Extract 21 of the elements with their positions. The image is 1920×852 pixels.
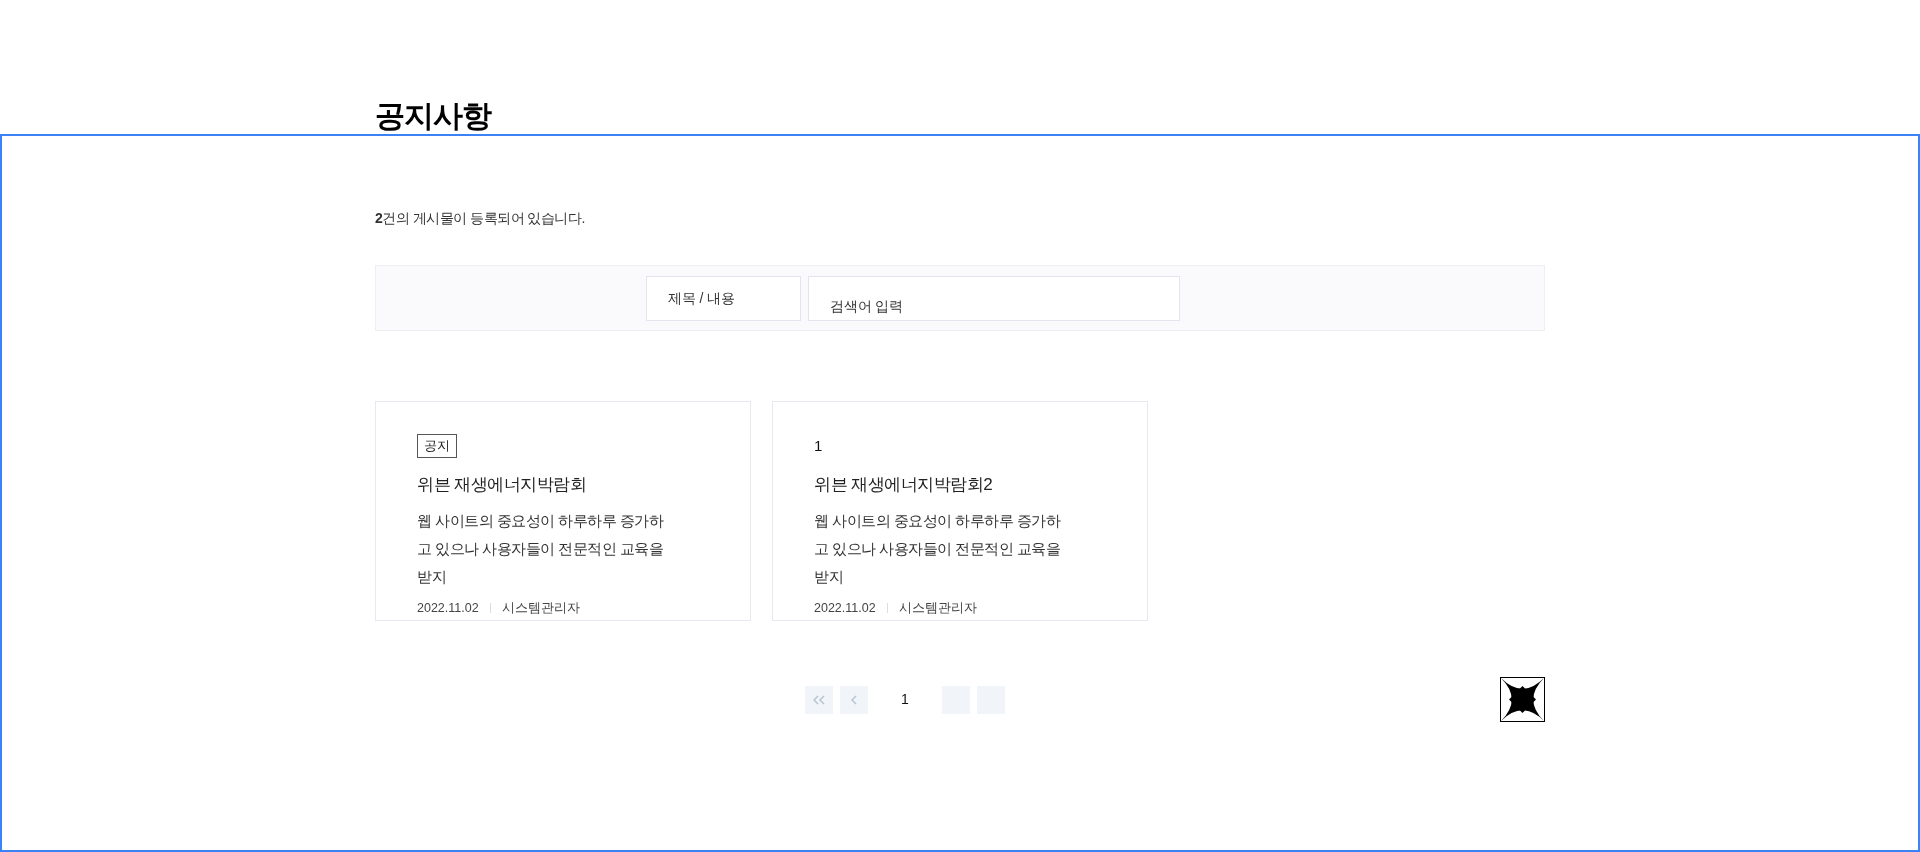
search-input[interactable]: 검색어 입력 (807, 275, 1180, 321)
post-title: 위븐 재생에너지박람회 (417, 474, 587, 496)
post-count-text: 2건의 게시물이 등록되어 있습니다. (375, 209, 585, 228)
post-summary: 웹 사이트의 중요성이 하루하루 증가하고 있으나 사용자들이 전문적인 교육을 받지 (814, 511, 1062, 587)
category-select[interactable]: 제목 / 내용 (645, 275, 801, 321)
post-date: 2022.11.02 (814, 599, 876, 617)
post-card[interactable]: 1 위븐 재생에너지박람회2 웹 사이트의 중요성이 하루하루 증가하고 있으나 사용자들이 전문적인 교육을 받지 2022.11.02 시스템관리자 (772, 401, 1148, 621)
post-date: 2022.11.02 (417, 599, 479, 617)
post-title: 위븐 재생에너지박람회2 (814, 474, 993, 496)
post-author: 시스템관리자 (898, 599, 977, 617)
page-title: 공지사항 (375, 101, 491, 131)
page-button[interactable]: 1 (875, 685, 935, 714)
first-page-button[interactable] (805, 685, 833, 714)
notice-badge: 공지 (417, 434, 457, 458)
post-author: 시스템관리자 (501, 599, 580, 617)
post-card[interactable]: 공지 위븐 재생에너지박람회 웹 사이트의 중요성이 하루하루 증가하고 있으나 사용자들이 전문적인 교육을 받지 2022.11.02 시스템관리자 (375, 401, 751, 621)
post-number: 1 (814, 435, 823, 456)
chevron-left-icon (851, 694, 857, 705)
prev-page-button[interactable] (840, 685, 868, 714)
post-summary: 웹 사이트의 중요성이 하루하루 증가하고 있으나 사용자들이 전문적인 교육을 받지 (417, 511, 665, 587)
double-chevron-left-icon (813, 694, 825, 705)
